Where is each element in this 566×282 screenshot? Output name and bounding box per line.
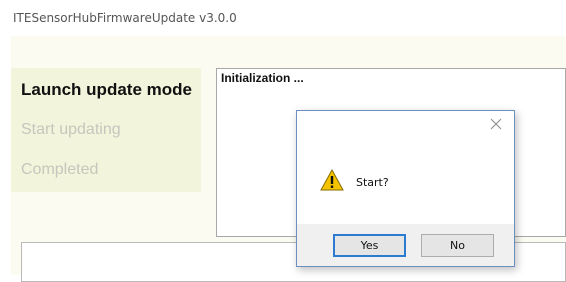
step-completed: Completed (21, 161, 99, 178)
app-window: ITESensorHubFirmwareUpdate v3.0.0 Launch… (0, 0, 566, 282)
yes-button[interactable]: Yes (333, 234, 406, 257)
no-button[interactable]: No (421, 234, 494, 257)
log-text: Initialization ... (221, 71, 304, 85)
dialog-message: Start? (356, 176, 389, 189)
step-launch-update-mode: Launch update mode (21, 80, 192, 99)
step-start-updating: Start updating (21, 121, 121, 138)
window-title: ITESensorHubFirmwareUpdate v3.0.0 (13, 11, 237, 25)
close-icon[interactable] (488, 116, 504, 132)
warning-icon (320, 169, 344, 191)
title-bar: ITESensorHubFirmwareUpdate v3.0.0 (0, 0, 566, 36)
